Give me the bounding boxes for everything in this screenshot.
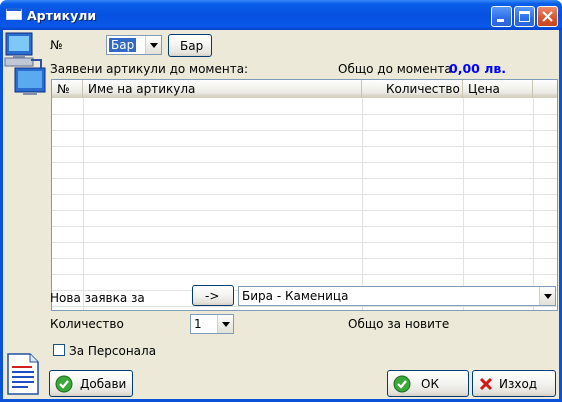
- green-check-icon: [393, 375, 411, 393]
- staff-checkbox-label[interactable]: За Персонала: [69, 344, 156, 358]
- number-combo[interactable]: Бар: [106, 35, 162, 55]
- column-header-price[interactable]: Цена: [463, 80, 533, 98]
- window-client-area: № Бар Бар Заявени артикули до момента: О…: [3, 30, 559, 399]
- document-icon: [7, 353, 39, 395]
- green-check-icon: [55, 375, 73, 393]
- articles-table[interactable]: № Име на артикула Количество Цена: [51, 79, 558, 311]
- ordered-articles-label: Заявени артикули до момента:: [50, 62, 249, 76]
- new-total-label: Общо за новите: [348, 317, 450, 331]
- add-button[interactable]: Добави: [49, 370, 133, 397]
- new-order-label: Нова заявка за: [50, 291, 145, 305]
- chevron-down-icon[interactable]: [217, 315, 233, 333]
- minimize-button[interactable]: [491, 6, 512, 27]
- maximize-icon: [519, 11, 530, 22]
- red-x-icon: [479, 377, 493, 391]
- number-combo-value: Бар: [109, 38, 137, 52]
- article-combo[interactable]: Бира - Каменица: [238, 286, 556, 306]
- articles-window: Артикули № Бар Бар Заявени артикули до м…: [0, 0, 562, 402]
- window-title: Артикули: [27, 8, 97, 23]
- maximize-button[interactable]: [514, 6, 535, 27]
- computers-network-icon: [4, 32, 46, 95]
- add-button-label: Добави: [80, 377, 127, 391]
- table-body[interactable]: [52, 98, 557, 310]
- ok-button-label: ОК: [421, 377, 439, 391]
- exit-button-label: Изход: [499, 377, 538, 391]
- close-button[interactable]: [537, 6, 558, 27]
- minimize-icon: [497, 19, 504, 22]
- column-header-number[interactable]: №: [52, 80, 83, 98]
- total-value: 0,00 лв.: [449, 61, 507, 76]
- total-label: Общо до момента: [338, 62, 452, 76]
- chevron-down-icon[interactable]: [145, 36, 161, 54]
- quantity-combo[interactable]: 1: [190, 314, 234, 334]
- table-header: № Име на артикула Количество Цена: [52, 80, 557, 98]
- article-combo-value: Бира - Каменица: [242, 289, 349, 303]
- close-icon: [542, 11, 553, 22]
- number-label: №: [50, 38, 63, 52]
- number-button-label: Бар: [180, 39, 204, 53]
- move-arrow-button[interactable]: ->: [192, 285, 234, 306]
- window-icon: [6, 8, 22, 20]
- move-arrow-label: ->: [205, 289, 220, 303]
- column-header-name[interactable]: Име на артикула: [83, 80, 362, 98]
- title-bar[interactable]: Артикули: [0, 0, 562, 30]
- staff-checkbox[interactable]: [53, 344, 65, 356]
- chevron-down-icon[interactable]: [539, 287, 555, 305]
- column-header-quantity[interactable]: Количество: [362, 80, 463, 98]
- quantity-label: Количество: [50, 317, 124, 331]
- number-button[interactable]: Бар: [168, 34, 212, 57]
- quantity-value: 1: [194, 317, 202, 331]
- exit-button[interactable]: Изход: [472, 370, 556, 397]
- ok-button[interactable]: ОК: [387, 370, 469, 397]
